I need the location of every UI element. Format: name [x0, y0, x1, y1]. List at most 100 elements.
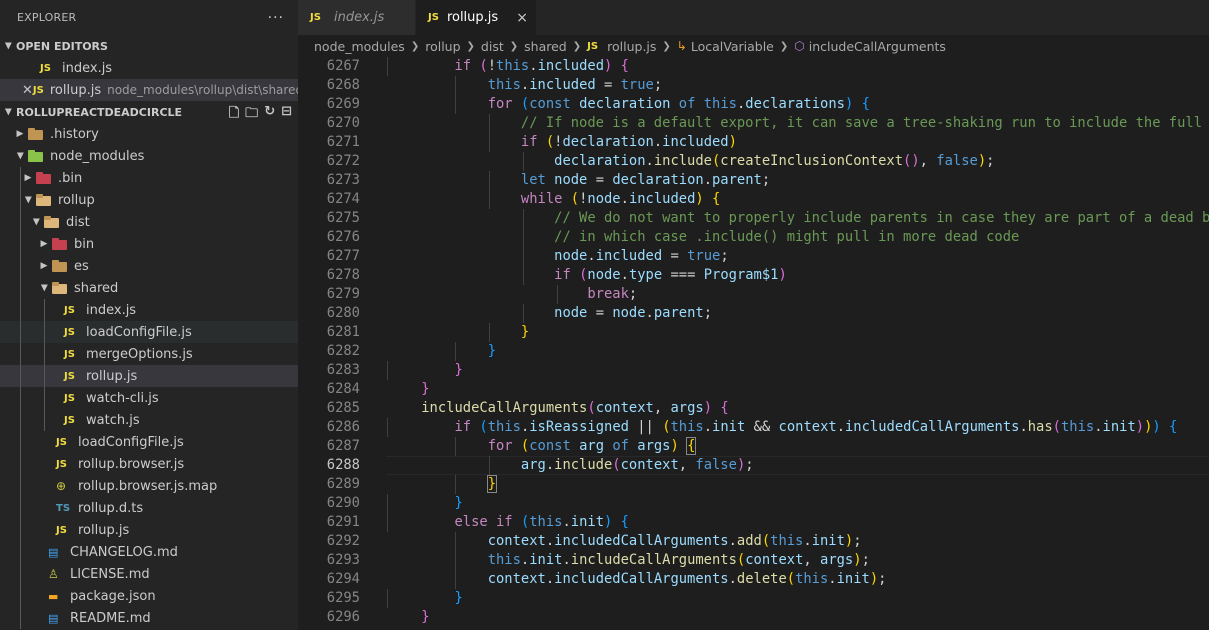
code-line: 6270 // If node is a default export, it …	[298, 114, 1209, 133]
tree-item-shared-rollup[interactable]: JS rollup.js	[0, 365, 298, 387]
code-text: context.includedCallArguments.add(this.i…	[487, 533, 862, 549]
code-line: 6285 includeCallArguments(context, args)…	[298, 399, 1209, 418]
breadcrumb-item[interactable]: rollup	[425, 39, 460, 54]
indent-guide	[20, 233, 21, 255]
close-icon[interactable]: ×	[516, 10, 528, 26]
folder-icon	[52, 260, 68, 272]
chevron-down-icon: ▶	[15, 152, 25, 160]
code-text: // in which case .include() might pull i…	[554, 229, 1020, 245]
tree-item-shared-index[interactable]: JS index.js	[0, 299, 298, 321]
tree-item-node-modules[interactable]: ▶ node_modules	[0, 145, 298, 167]
more-actions-icon[interactable]: ···	[268, 10, 284, 26]
tree-label: README.md	[70, 610, 151, 626]
indent-guide	[20, 607, 21, 629]
tree-item-watch[interactable]: JS watch.js	[0, 409, 298, 431]
breadcrumb-item[interactable]: rollup.js	[607, 39, 656, 54]
project-label: ROLLUPREACTDEADCIRCLE	[16, 105, 183, 119]
tree-item-shared[interactable]: ▶ shared	[0, 277, 298, 299]
tree-item-readme[interactable]: ▤ README.md	[0, 607, 298, 629]
code-text: // If node is a default export, it can s…	[520, 115, 1203, 131]
indent-guide	[20, 365, 21, 387]
tree-item-bin-dot[interactable]: ▶ .bin	[0, 167, 298, 189]
node-folder-icon	[28, 150, 44, 162]
js-file-icon: JS	[64, 370, 75, 382]
tree-item-dist-loadconfig[interactable]: JS loadConfigFile.js	[0, 431, 298, 453]
tree-item-rollup-browser-map[interactable]: ⊕ rollup.browser.js.map	[0, 475, 298, 497]
breadcrumb-item[interactable]: shared	[524, 39, 567, 54]
line-number: 6279	[326, 286, 360, 302]
chevron-down-icon: ▶	[39, 284, 49, 292]
tree-item-rollup-browser[interactable]: JS rollup.browser.js	[0, 453, 298, 475]
line-number: 6293	[326, 552, 360, 568]
tab-rollup-js[interactable]: JS rollup.js ×	[416, 0, 537, 35]
breadcrumb-item[interactable]: node_modules	[314, 39, 405, 54]
chevron-right-icon: ❯	[410, 40, 420, 52]
code-line: 6279 break;	[298, 285, 1209, 304]
line-number: 6281	[326, 324, 360, 340]
editor-pane: JS index.js JS rollup.js × node_modules …	[298, 0, 1209, 630]
chevron-right-icon: ❯	[466, 40, 475, 52]
tree-item-history[interactable]: ▶ .history	[0, 123, 298, 145]
tree-item-bin[interactable]: ▶ bin	[0, 233, 298, 255]
code-line: 6269 for (const declaration of this.decl…	[298, 95, 1209, 114]
line-number: 6291	[326, 514, 360, 530]
indent-guide	[20, 497, 21, 519]
open-editor-item[interactable]: ✕ JS rollup.js node_modules\rollup\dist\…	[0, 79, 298, 101]
tree-item-license[interactable]: ♙ LICENSE.md	[0, 563, 298, 585]
tree-item-dist-rollup[interactable]: JS rollup.js	[0, 519, 298, 541]
open-editors-section[interactable]: ▶ OPEN EDITORS	[0, 35, 298, 57]
explorer-header: EXPLORER ···	[0, 0, 298, 35]
line-number: 6268	[326, 77, 360, 93]
tree-item-package-json[interactable]: ▬ package.json	[0, 585, 298, 607]
line-number: 6275	[326, 210, 360, 226]
indent-guide	[20, 255, 21, 277]
markdown-file-icon: ▤	[48, 611, 59, 625]
breadcrumb-item[interactable]: LocalVariable	[691, 39, 774, 54]
code-text: }	[520, 324, 530, 340]
breadcrumb-item[interactable]: dist	[481, 39, 504, 54]
code-line: 6291 else if (this.init) {	[298, 513, 1209, 532]
tree-item-rollup[interactable]: ▶ rollup	[0, 189, 298, 211]
line-number: 6295	[326, 590, 360, 606]
code-line: 6295 }	[298, 589, 1209, 608]
breadcrumb-item[interactable]: includeCallArguments	[809, 39, 946, 54]
line-number: 6274	[326, 191, 360, 207]
indent-guide	[20, 277, 21, 299]
tree-item-changelog[interactable]: ▤ CHANGELOG.md	[0, 541, 298, 563]
line-number: 6269	[326, 96, 360, 112]
open-editor-path: node_modules\rollup\dist\shared	[107, 83, 298, 97]
line-number: 6285	[326, 400, 360, 416]
npm-file-icon: ▬	[48, 589, 59, 603]
code-text: }	[454, 590, 463, 606]
code-line: 6273 let node = declaration.parent;	[298, 171, 1209, 190]
tree-item-rollup-dts[interactable]: TS rollup.d.ts	[0, 497, 298, 519]
code-line: 6290 }	[298, 494, 1209, 513]
explorer-title: EXPLORER	[17, 11, 77, 24]
bin-folder-icon	[52, 238, 68, 250]
code-editor[interactable]: 6267 if (!this.included) { 6268 this.inc…	[298, 57, 1209, 627]
close-icon[interactable]: ✕	[22, 83, 33, 98]
open-editor-item[interactable]: JS index.js	[0, 57, 298, 79]
code-line: 6276 // in which case .include() might p…	[298, 228, 1209, 247]
project-section[interactable]: ▶ ROLLUPREACTDEADCIRCLE 🗋 🗀 ↻ ⊟	[0, 101, 298, 123]
tree-label: dist	[66, 214, 90, 230]
folder-open-icon	[44, 216, 60, 228]
code-text: if (this.isReassigned || (this.init && c…	[454, 419, 1178, 435]
js-file-icon: JS	[56, 458, 67, 470]
tree-item-dist[interactable]: ▶ dist	[0, 211, 298, 233]
code-text: }	[454, 495, 463, 511]
code-line: 6286 if (this.isReassigned || (this.init…	[298, 418, 1209, 437]
tab-index-js[interactable]: JS index.js	[298, 0, 416, 35]
chevron-right-icon: ❯	[779, 40, 789, 52]
bin-folder-icon	[36, 172, 52, 184]
code-text: if (node.type === Program$1)	[554, 267, 787, 283]
chevron-right-icon: ▶	[40, 261, 48, 271]
code-line: 6294 context.includedCallArguments.delet…	[298, 570, 1209, 589]
tree-item-es[interactable]: ▶ es	[0, 255, 298, 277]
tree-item-mergeoptions[interactable]: JS mergeOptions.js	[0, 343, 298, 365]
code-text: for (const declaration of this.declarati…	[487, 96, 870, 112]
tree-item-shared-loadconfig[interactable]: JS loadConfigFile.js	[0, 321, 298, 343]
tree-item-watch-cli[interactable]: JS watch-cli.js	[0, 387, 298, 409]
js-file-icon: JS	[64, 348, 75, 360]
code-line: 6283 }	[298, 361, 1209, 380]
